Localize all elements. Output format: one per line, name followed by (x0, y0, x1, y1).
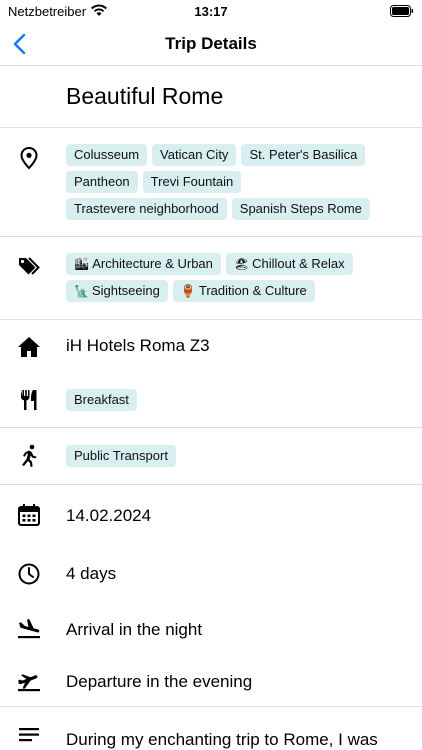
date-row: 14.02.2024 (0, 485, 422, 545)
tag-chip[interactable]: 🏺 Tradition & Culture (172, 280, 315, 302)
running-person-icon (16, 443, 42, 469)
tag-label: Architecture & Urban (92, 256, 213, 271)
tag-chip[interactable]: 🗽 Sightseeing (66, 280, 168, 302)
place-chip[interactable]: Pantheon (66, 171, 138, 193)
arrival-time: Arrival in the night (66, 620, 203, 639)
tag-chip[interactable]: 🏖 Chillout & Relax (225, 253, 353, 275)
meal-chip[interactable]: Breakfast (66, 389, 137, 411)
trip-title: Beautiful Rome (66, 83, 224, 109)
place-chip[interactable]: Trastevere neighborhood (66, 198, 227, 220)
description-row: During my enchanting trip to Rome, I was (0, 707, 422, 750)
clock-time: 13:17 (194, 4, 228, 19)
flight-land-icon (16, 616, 42, 642)
transport-chip[interactable]: Public Transport (66, 445, 176, 467)
clock-icon (16, 561, 42, 587)
location-pin-icon (16, 145, 42, 171)
calendar-icon (16, 502, 42, 528)
place-chip[interactable]: Trevi Fountain (142, 171, 242, 193)
notes-icon (16, 722, 42, 748)
transport-chip-list: Public Transport (66, 445, 406, 467)
hotel-name: iH Hotels Roma Z3 (66, 336, 210, 355)
meals-chip-list: Breakfast (66, 389, 406, 411)
tag-emoji: 🏺 (180, 284, 196, 298)
tags-chip-list: 🏙 Architecture & Urban 🏖 Chillout & Relax … (66, 253, 406, 302)
trip-title-section: Beautiful Rome (0, 66, 422, 128)
tags-icon (16, 253, 42, 279)
page-title: Trip Details (165, 34, 257, 53)
tag-label: Sightseeing (91, 283, 160, 298)
trip-date: 14.02.2024 (66, 506, 152, 525)
places-section: Colusseum Vatican City St. Peter's Basil… (0, 128, 422, 237)
home-icon (16, 334, 42, 360)
trip-description: During my enchanting trip to Rome, I was (66, 730, 378, 749)
arrival-row: Arrival in the night (0, 602, 422, 656)
restaurant-icon (16, 387, 42, 413)
navigation-bar: Trip Details (0, 24, 422, 66)
tag-emoji: 🏖 (233, 257, 250, 271)
place-chip[interactable]: Spanish Steps Rome (231, 198, 370, 220)
battery-icon (390, 4, 414, 17)
tag-label: Tradition & Culture (198, 283, 307, 298)
tag-chip[interactable]: 🏙 Architecture & Urban (66, 253, 221, 275)
departure-time: Departure in the evening (66, 672, 253, 691)
tags-section: 🏙 Architecture & Urban 🏖 Chillout & Relax … (0, 237, 422, 320)
place-chip[interactable]: Vatican City (152, 144, 237, 166)
departure-row: Departure in the evening (0, 656, 422, 707)
tag-label: Chillout & Relax (252, 256, 345, 271)
meals-section: Breakfast (0, 372, 422, 428)
hotel-row: iH Hotels Roma Z3 (0, 320, 422, 372)
trip-duration: 4 days (66, 564, 117, 583)
status-bar: Netzbetreiber 13:17 (0, 0, 422, 24)
tag-emoji: 🏙 (74, 257, 90, 271)
place-chip[interactable]: St. Peter's Basilica (241, 144, 366, 166)
duration-row: 4 days (0, 545, 422, 602)
transport-section: Public Transport (0, 428, 422, 485)
tag-emoji: 🗽 (74, 284, 89, 298)
flight-takeoff-icon (16, 668, 42, 694)
place-chip[interactable]: Colusseum (66, 144, 148, 166)
places-chip-list: Colusseum Vatican City St. Peter's Basil… (66, 144, 406, 220)
